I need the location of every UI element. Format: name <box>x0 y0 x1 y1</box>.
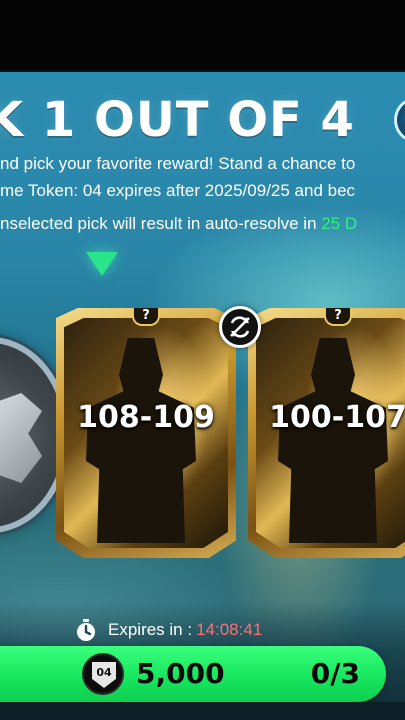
picks-counter: 0/3 <box>310 657 360 690</box>
top-letterbox <box>0 0 405 72</box>
info-orb-icon[interactable] <box>394 98 405 142</box>
stopwatch-icon <box>77 619 95 641</box>
description-line-2: me Token: 04 expires after 2025/09/25 an… <box>0 181 356 200</box>
token-price: 5,000 <box>136 657 225 690</box>
description-line-1: nd pick your favorite reward! Stand a ch… <box>0 154 356 173</box>
auto-resolve-days: 25 D <box>321 214 358 233</box>
card-rating-range: 108-109 <box>77 400 215 435</box>
token-icon: 04 <box>82 653 124 695</box>
mystery-badge: ? <box>324 308 352 326</box>
expires-label: Expires in : <box>108 620 193 639</box>
description-line-3-text: nselected pick will result in auto-resol… <box>0 214 322 233</box>
reward-card-2[interactable]: ? 100-107 <box>248 308 405 558</box>
description-line-3: nselected pick will result in auto-resol… <box>0 214 357 234</box>
pick-screen: K 1 OUT OF 4 nd pick your favorite rewar… <box>0 72 405 720</box>
swap-disabled-icon[interactable] <box>219 306 261 348</box>
page-title: K 1 OUT OF 4 <box>0 92 355 148</box>
card-rating-range: 100-107 <box>269 400 405 435</box>
expiry-row: Expires in : 14:08:41 <box>74 618 262 642</box>
reward-card-1[interactable]: ? 108-109 <box>56 308 236 558</box>
token-badge-label: 04 <box>92 662 116 688</box>
down-arrow-icon <box>86 252 118 276</box>
expires-countdown: 14:08:41 <box>196 620 263 639</box>
pick-button[interactable]: 04 5,000 0/3 <box>0 646 386 702</box>
mystery-badge: ? <box>132 308 160 326</box>
puzzle-piece-icon <box>0 393 42 483</box>
bottom-strip <box>0 702 405 720</box>
